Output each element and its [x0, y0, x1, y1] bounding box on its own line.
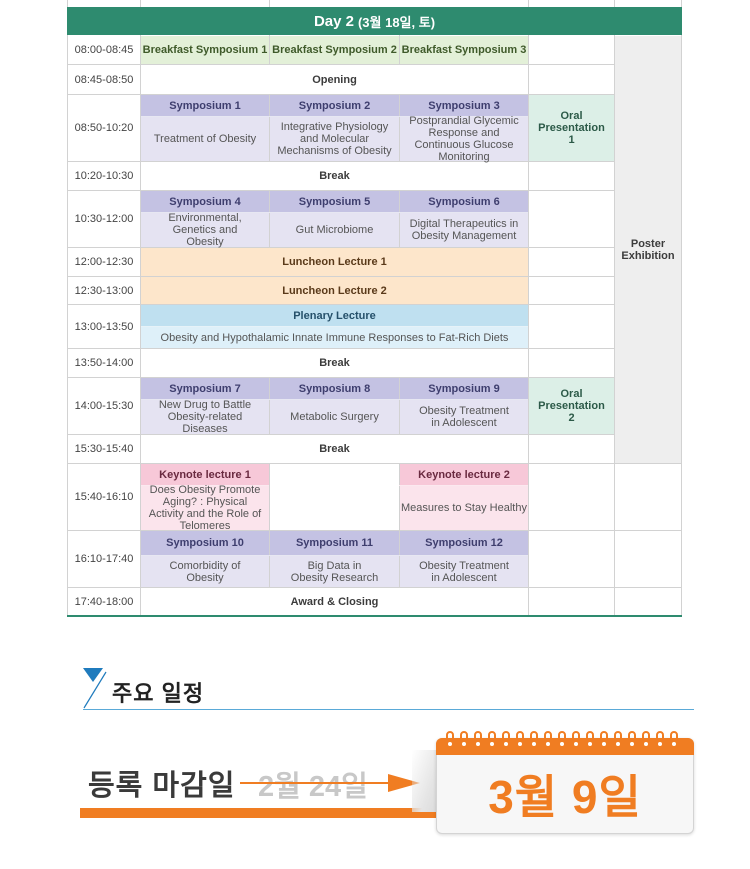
symposium-12-title: Symposium 12 — [425, 537, 503, 549]
symposium-10-title: Symposium 10 — [166, 537, 244, 549]
time-slot: 08:50-10:20 — [74, 122, 134, 134]
symposium-2-topic: Integrative Physiology and Molecular Mec… — [277, 121, 392, 157]
symposium-4-title: Symposium 4 — [169, 195, 241, 208]
new-deadline-date: 3월 9일 — [488, 771, 642, 823]
time-slot: 15:40-16:10 — [74, 491, 134, 503]
luncheon-lecture-1: Luncheon Lecture 1 — [282, 256, 387, 268]
award-closing: Award & Closing — [290, 595, 379, 608]
time-slot: 08:00-08:45 — [74, 44, 134, 56]
symposium-5-topic: Gut Microbiome — [295, 224, 374, 236]
symposium-11-title: Symposium 11 — [295, 537, 374, 549]
deadline-label: 등록 마감일 — [88, 770, 236, 802]
keynote-1-topic: Does Obesity Promote Aging? : Physical A… — [148, 484, 262, 532]
time-slot: 17:40-18:00 — [74, 595, 134, 608]
breakfast-symposium-2: Breakfast Symposium 2 — [272, 44, 397, 56]
arrow-icon — [240, 774, 420, 792]
symposium-7-topic: New Drug to Battle Obesity-related Disea… — [158, 399, 252, 435]
symposium-9-title: Symposium 9 — [428, 382, 500, 395]
symposium-7-title: Symposium 7 — [169, 382, 241, 395]
break-3: Break — [319, 443, 350, 455]
plenary-title: Plenary Lecture — [293, 309, 376, 322]
calendar-rings-icon — [446, 731, 678, 746]
symposium-6-topic: Digital Therapeutics in Obesity Manageme… — [409, 218, 519, 242]
symposium-1-topic: Treatment of Obesity — [153, 133, 257, 145]
time-slot: 12:30-13:00 — [74, 284, 134, 297]
symposium-2-title: Symposium 2 — [298, 99, 371, 112]
day-label: Day 2 — [313, 12, 354, 30]
time-slot: 10:20-10:30 — [74, 170, 134, 182]
break-1: Break — [319, 170, 350, 182]
luncheon-lecture-2: Luncheon Lecture 2 — [282, 284, 387, 297]
symposium-11-topic: Big Data in Obesity Research — [290, 559, 379, 584]
time-slot: 16:10-17:40 — [74, 553, 134, 565]
day-header: Day 2 (3월 18일, 토) — [67, 7, 682, 35]
opening: Opening — [312, 73, 357, 86]
poster-exhibition: Poster Exhibition — [621, 237, 675, 262]
symposium-8-topic: Metabolic Surgery — [290, 411, 379, 423]
plenary-topic: Obesity and Hypothalamic Innate Immune R… — [160, 331, 509, 344]
oral-presentation-2: Oral Presentation 2 — [538, 388, 605, 424]
time-slot: 15:30-15:40 — [74, 443, 134, 455]
time-slot: 12:00-12:30 — [74, 256, 134, 268]
symposium-3-title: Symposium 3 — [428, 99, 500, 112]
time-slot: 13:50-14:00 — [74, 357, 134, 369]
triangle-marker-icon — [83, 668, 107, 709]
section-title: 주요 일정 — [112, 681, 205, 706]
keynote-1-title: Keynote lecture 1 — [159, 468, 251, 481]
breakfast-symposium-1: Breakfast Symposium 1 — [142, 44, 268, 56]
symposium-8-title: Symposium 8 — [298, 382, 371, 395]
breakfast-symposium-3: Breakfast Symposium 3 — [401, 44, 527, 56]
symposium-9-topic: Obesity Treatment in Adolescent — [419, 405, 509, 429]
break-2: Break — [319, 357, 350, 369]
symposium-12-topic: Obesity Treatment in Adolescent — [419, 559, 509, 584]
symposium-5-title: Symposium 5 — [298, 195, 371, 208]
oral-presentation-1: Oral Presentation 1 — [538, 110, 605, 146]
keynote-2-topic: Measures to Stay Healthy — [401, 502, 527, 514]
time-slot: 08:45-08:50 — [74, 73, 134, 86]
keynote-2-title: Keynote lecture 2 — [418, 468, 510, 481]
symposium-6-title: Symposium 6 — [428, 195, 500, 208]
time-slot: 10:30-12:00 — [74, 213, 134, 225]
symposium-4-topic: Environmental, Genetics and Obesity — [168, 212, 242, 248]
symposium-1-title: Symposium 1 — [169, 99, 241, 112]
time-slot: 14:00-15:30 — [74, 400, 134, 412]
symposium-10-topic: Comorbidity of Obesity — [169, 559, 241, 584]
symposium-3-topic: Postprandial Glycemic Response and Conti… — [409, 115, 519, 163]
day-date: (3월 18일, 토) — [357, 14, 436, 30]
calendar-card: 3월 9일 — [436, 731, 694, 834]
time-slot: 13:00-13:50 — [74, 320, 134, 333]
